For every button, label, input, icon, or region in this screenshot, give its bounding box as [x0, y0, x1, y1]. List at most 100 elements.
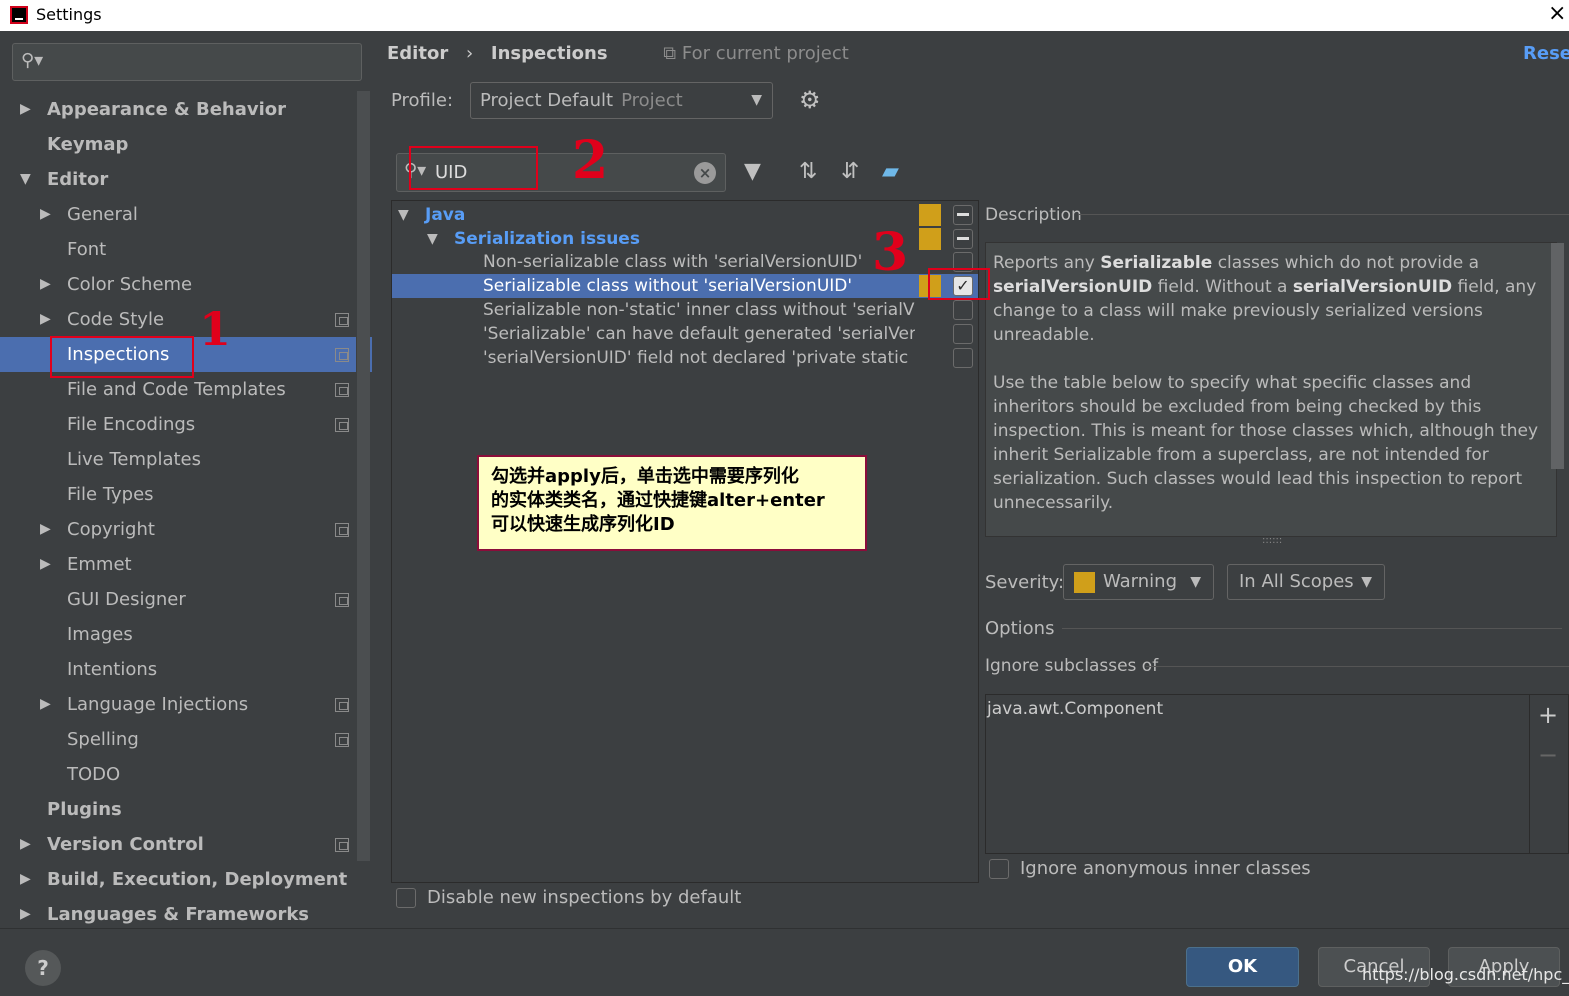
sidebar-item[interactable]: File Types: [0, 477, 356, 512]
chevron-right-icon[interactable]: ▶: [40, 197, 51, 232]
sidebar-item[interactable]: TODO: [0, 757, 356, 792]
settings-search-input[interactable]: ⚲▾: [12, 43, 362, 81]
for-current-project: ⧉ For current project: [663, 43, 849, 64]
severity-dropdown[interactable]: Warning ▼: [1063, 564, 1214, 600]
sidebar-item[interactable]: File Encodings: [0, 407, 356, 442]
sidebar-item[interactable]: ▶ Appearance & Behavior: [0, 92, 356, 127]
inspection-row[interactable]: 'Serializable' can have default generate…: [392, 322, 978, 346]
sidebar-item[interactable]: ▶ Build, Execution, Deployment: [0, 862, 356, 897]
description-scrollbar[interactable]: [1551, 243, 1564, 469]
list-item[interactable]: java.awt.Component: [987, 699, 1163, 719]
settings-sidebar: ⚲▾ ▶ Appearance & Behavior Keymap ▼ Editor ▶ G…: [0, 31, 372, 928]
inspection-label: Serializable class without 'serialVersio…: [483, 276, 853, 296]
sidebar-scrollbar[interactable]: [356, 91, 370, 861]
scope-dropdown[interactable]: In All Scopes ▼: [1227, 564, 1385, 600]
copy-project-icon: [335, 698, 349, 712]
copy-project-icon: [335, 313, 349, 327]
window-title: Settings: [36, 5, 102, 24]
inspection-row[interactable]: Serializable non-'static' inner class wi…: [392, 298, 978, 322]
sidebar-item[interactable]: ▶ Copyright: [0, 512, 356, 547]
chevron-right-icon[interactable]: ▶: [20, 827, 31, 862]
sidebar-item[interactable]: ▶ Emmet: [0, 547, 356, 582]
sidebar-item[interactable]: Live Templates: [0, 442, 356, 477]
chevron-down-icon: ▼: [1361, 574, 1372, 590]
chevron-right-icon[interactable]: ▶: [40, 512, 51, 547]
chevron-right-icon[interactable]: ▶: [20, 862, 31, 897]
splitter-grip[interactable]: ::::::: [1262, 535, 1282, 546]
sidebar-item-label: Color Scheme: [67, 274, 193, 295]
gear-icon[interactable]: ⚙: [799, 86, 821, 114]
title-bar: Settings ×: [0, 0, 1569, 31]
sidebar-item[interactable]: ▶ Language Injections: [0, 687, 356, 722]
breadcrumb-editor[interactable]: Editor: [387, 43, 448, 64]
annotation-mark-3: 3: [872, 222, 909, 283]
copy-project-icon: [335, 348, 349, 362]
group-checkbox[interactable]: [953, 205, 973, 225]
sidebar-item-label: Images: [67, 624, 133, 645]
sidebar-item-label: Appearance & Behavior: [47, 99, 287, 120]
watermark: https://blog.csdn.net/hpc_er: [1362, 965, 1569, 984]
help-button[interactable]: ?: [25, 950, 61, 986]
inspection-row[interactable]: 'serialVersionUID' field not declared 'p…: [392, 346, 978, 370]
chevron-down-icon[interactable]: ▼: [20, 162, 31, 197]
chevron-right-icon[interactable]: ▶: [20, 92, 31, 127]
sidebar-item[interactable]: ▶ Languages & Frameworks: [0, 897, 356, 932]
chevron-right-icon[interactable]: ▶: [40, 687, 51, 722]
ignore-anonymous-checkbox[interactable]: [989, 859, 1009, 879]
copy-project-icon: [335, 593, 349, 607]
sidebar-item[interactable]: ▼ Editor: [0, 162, 356, 197]
chevron-right-icon[interactable]: ▶: [40, 267, 51, 302]
reset-link[interactable]: Reset: [1523, 43, 1569, 64]
close-icon[interactable]: ×: [1548, 1, 1566, 26]
chevron-right-icon[interactable]: ▶: [20, 897, 31, 932]
copy-project-icon: [335, 383, 349, 397]
annotation-mark-1: 1: [199, 302, 232, 356]
sidebar-item[interactable]: ▶ General: [0, 197, 356, 232]
filter-icon[interactable]: ▼: [744, 159, 761, 184]
chevron-right-icon[interactable]: ▶: [40, 302, 51, 337]
sidebar-item[interactable]: Font: [0, 232, 356, 267]
breadcrumb: Editor › Inspections ⧉ For current proje…: [387, 43, 849, 64]
sidebar-item[interactable]: Spelling: [0, 722, 356, 757]
chevron-right-icon[interactable]: ▶: [40, 547, 51, 582]
ok-button[interactable]: OK: [1186, 947, 1299, 987]
sidebar-item[interactable]: ▶ Version Control: [0, 827, 356, 862]
group-java: Java: [425, 205, 466, 225]
sidebar-item[interactable]: ▶ Code Style: [0, 302, 356, 337]
disable-new-inspections[interactable]: Disable new inspections by default: [396, 887, 741, 908]
disable-new-checkbox[interactable]: [396, 888, 416, 908]
sidebar-item-label: Editor: [47, 169, 109, 190]
sidebar-item[interactable]: Intentions: [0, 652, 356, 687]
disable-new-label: Disable new inspections by default: [427, 887, 742, 908]
sidebar-item[interactable]: Images: [0, 617, 356, 652]
collapse-all-icon[interactable]: ⇵: [841, 159, 859, 184]
severity-label: Severity:: [985, 572, 1065, 593]
inspection-checkbox[interactable]: [953, 300, 973, 320]
subgroup-checkbox[interactable]: [953, 229, 973, 249]
sidebar-item-label: Language Injections: [67, 694, 249, 715]
severity-swatch: [919, 204, 941, 226]
expand-arrow-icon[interactable]: ▼: [398, 203, 409, 227]
expand-arrow-icon[interactable]: ▼: [427, 227, 438, 251]
inspection-label: 'Serializable' can have default generate…: [483, 324, 915, 344]
ignore-anonymous-option[interactable]: Ignore anonymous inner classes: [989, 858, 1311, 879]
clear-icon[interactable]: ×: [694, 162, 716, 184]
copy-project-icon: [335, 733, 349, 747]
description-paragraph: Reports any Serializable classes which d…: [993, 253, 1537, 345]
sidebar-item-label: GUI Designer: [67, 589, 186, 610]
inspection-checkbox[interactable]: [953, 324, 973, 344]
sidebar-item[interactable]: Keymap: [0, 127, 356, 162]
expand-all-icon[interactable]: ⇅: [799, 159, 817, 184]
inspection-checkbox[interactable]: [953, 348, 973, 368]
add-icon[interactable]: +: [1538, 701, 1558, 729]
sidebar-item[interactable]: ▶ Color Scheme: [0, 267, 356, 302]
remove-icon[interactable]: −: [1538, 741, 1558, 769]
profile-dropdown[interactable]: Project Default Project ▼: [470, 82, 773, 119]
excluded-classes-list[interactable]: java.awt.Component: [985, 694, 1530, 854]
sidebar-item-label: File Encodings: [67, 414, 196, 435]
sidebar-item-label: Intentions: [67, 659, 158, 680]
eraser-icon[interactable]: ▰: [882, 159, 899, 184]
copy-project-icon: [335, 838, 349, 852]
sidebar-item[interactable]: GUI Designer: [0, 582, 356, 617]
sidebar-item[interactable]: Plugins: [0, 792, 356, 827]
